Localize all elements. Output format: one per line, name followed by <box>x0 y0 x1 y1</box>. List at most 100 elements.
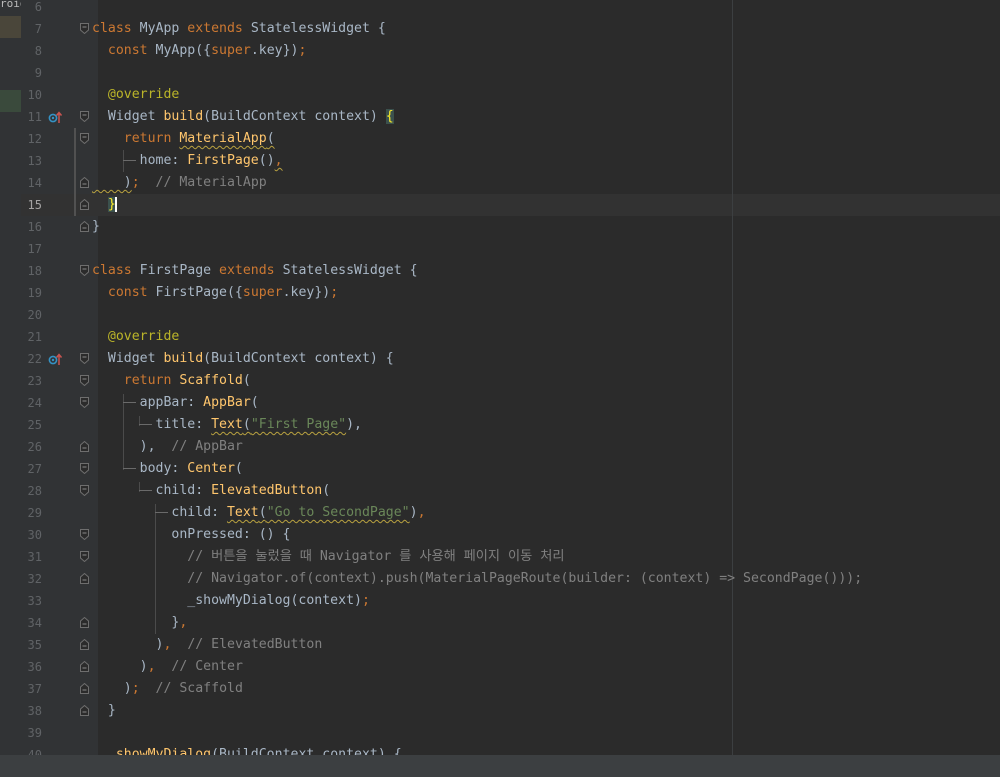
fold-start-icon[interactable] <box>80 375 89 386</box>
code-text[interactable]: ); // MaterialApp <box>92 172 267 194</box>
fold-end-icon[interactable] <box>80 573 89 584</box>
code-line[interactable]: 14 ); // MaterialApp <box>0 172 1000 194</box>
line-number[interactable]: 8 <box>21 40 42 62</box>
fold-end-icon[interactable] <box>80 221 89 232</box>
code-text[interactable]: home: FirstPage(), <box>92 150 283 172</box>
code-line[interactable]: 33 _showMyDialog(context); <box>0 590 1000 612</box>
code-line[interactable]: 16} <box>0 216 1000 238</box>
code-text[interactable]: onPressed: () { <box>92 524 290 546</box>
code-text[interactable]: } <box>92 194 117 216</box>
code-text[interactable]: title: Text("First Page"), <box>92 414 362 436</box>
line-number[interactable]: 18 <box>21 260 42 282</box>
code-line[interactable]: 24 appBar: AppBar( <box>0 392 1000 414</box>
code-text[interactable]: ), // AppBar <box>92 436 243 458</box>
line-number[interactable]: 20 <box>21 304 42 326</box>
horizontal-scrollbar[interactable] <box>0 755 1000 777</box>
code-line[interactable]: 9 <box>0 62 1000 84</box>
code-line[interactable]: 40 _showMyDialog(BuildContext context) { <box>0 744 1000 755</box>
fold-start-icon[interactable] <box>80 111 89 122</box>
line-number[interactable]: 37 <box>21 678 42 700</box>
code-line[interactable]: 15 } <box>0 194 1000 216</box>
fold-start-icon[interactable] <box>80 463 89 474</box>
override-method-icon[interactable] <box>48 352 62 366</box>
code-line[interactable]: 31 // 버튼을 눌렀을 때 Navigator 를 사용해 페이지 이동 처… <box>0 546 1000 568</box>
line-number[interactable]: 27 <box>21 458 42 480</box>
line-number[interactable]: 15 <box>21 194 42 216</box>
code-text[interactable]: child: Text("Go to SecondPage"), <box>92 502 425 524</box>
fold-start-icon[interactable] <box>80 529 89 540</box>
fold-end-icon[interactable] <box>80 639 89 650</box>
code-line[interactable]: 37 ); // Scaffold <box>0 678 1000 700</box>
change-marker[interactable] <box>74 150 76 172</box>
line-number[interactable]: 26 <box>21 436 42 458</box>
line-number[interactable]: 6 <box>21 0 42 18</box>
code-text[interactable]: body: Center( <box>92 458 243 480</box>
line-number[interactable]: 28 <box>21 480 42 502</box>
code-line[interactable]: 21 @override <box>0 326 1000 348</box>
line-number[interactable]: 10 <box>21 84 42 106</box>
code-line[interactable]: 22 Widget build(BuildContext context) { <box>0 348 1000 370</box>
code-line[interactable]: 29 child: Text("Go to SecondPage"), <box>0 502 1000 524</box>
code-line[interactable]: 27 body: Center( <box>0 458 1000 480</box>
line-number[interactable]: 23 <box>21 370 42 392</box>
code-line[interactable]: 13 home: FirstPage(), <box>0 150 1000 172</box>
line-number[interactable]: 21 <box>21 326 42 348</box>
line-number[interactable]: 11 <box>21 106 42 128</box>
fold-start-icon[interactable] <box>80 551 89 562</box>
fold-end-icon[interactable] <box>80 177 89 188</box>
fold-start-icon[interactable] <box>80 397 89 408</box>
line-number[interactable]: 22 <box>21 348 42 370</box>
code-text[interactable]: // 버튼을 눌렀을 때 Navigator 를 사용해 페이지 이동 처리 <box>92 546 564 568</box>
code-line[interactable]: 25 title: Text("First Page"), <box>0 414 1000 436</box>
code-text[interactable]: class FirstPage extends StatelessWidget … <box>92 260 418 282</box>
code-line[interactable]: 8 const MyApp({super.key}); <box>0 40 1000 62</box>
code-text[interactable]: } <box>92 216 100 238</box>
override-method-icon[interactable] <box>48 110 62 124</box>
line-number[interactable]: 19 <box>21 282 42 304</box>
fold-start-icon[interactable] <box>80 485 89 496</box>
change-marker[interactable] <box>74 128 76 150</box>
code-line[interactable]: 26 ), // AppBar <box>0 436 1000 458</box>
line-number[interactable]: 16 <box>21 216 42 238</box>
line-number[interactable]: 33 <box>21 590 42 612</box>
code-line[interactable]: 10 @override <box>0 84 1000 106</box>
code-line[interactable]: 6 <box>0 0 1000 18</box>
line-number[interactable]: 31 <box>21 546 42 568</box>
code-line[interactable]: 34 }, <box>0 612 1000 634</box>
code-line[interactable]: 28 child: ElevatedButton( <box>0 480 1000 502</box>
code-text[interactable]: _showMyDialog(context); <box>92 590 370 612</box>
line-number[interactable]: 24 <box>21 392 42 414</box>
code-text[interactable]: } <box>92 700 116 722</box>
line-number[interactable]: 17 <box>21 238 42 260</box>
code-text[interactable]: child: ElevatedButton( <box>92 480 331 502</box>
code-text[interactable]: return MaterialApp( <box>92 128 275 150</box>
change-marker[interactable] <box>74 194 76 216</box>
line-number[interactable]: 34 <box>21 612 42 634</box>
fold-end-icon[interactable] <box>80 705 89 716</box>
code-text[interactable]: ), // Center <box>92 656 243 678</box>
code-text[interactable]: @override <box>92 326 179 348</box>
code-line[interactable]: 20 <box>0 304 1000 326</box>
code-text[interactable]: class MyApp extends StatelessWidget { <box>92 18 386 40</box>
fold-start-icon[interactable] <box>80 23 89 34</box>
line-number[interactable]: 35 <box>21 634 42 656</box>
code-line[interactable]: 11 Widget build(BuildContext context) { <box>0 106 1000 128</box>
code-line[interactable]: 12 return MaterialApp( <box>0 128 1000 150</box>
line-number[interactable]: 40 <box>21 744 42 755</box>
code-text[interactable]: // Navigator.of(context).push(MaterialPa… <box>92 568 862 590</box>
fold-start-icon[interactable] <box>80 133 89 144</box>
change-marker[interactable] <box>74 172 76 194</box>
line-number[interactable]: 39 <box>21 722 42 744</box>
code-text[interactable]: appBar: AppBar( <box>92 392 259 414</box>
fold-start-icon[interactable] <box>80 353 89 364</box>
code-text[interactable]: ); // Scaffold <box>92 678 243 700</box>
line-number[interactable]: 32 <box>21 568 42 590</box>
code-line[interactable]: 30 onPressed: () { <box>0 524 1000 546</box>
line-number[interactable]: 29 <box>21 502 42 524</box>
code-line[interactable]: 35 ), // ElevatedButton <box>0 634 1000 656</box>
code-line[interactable]: 7 class MyApp extends StatelessWidget { <box>0 18 1000 40</box>
code-line[interactable]: 38 } <box>0 700 1000 722</box>
code-text[interactable]: const FirstPage({super.key}); <box>92 282 338 304</box>
code-line[interactable]: 39 <box>0 722 1000 744</box>
line-number[interactable]: 9 <box>21 62 42 84</box>
